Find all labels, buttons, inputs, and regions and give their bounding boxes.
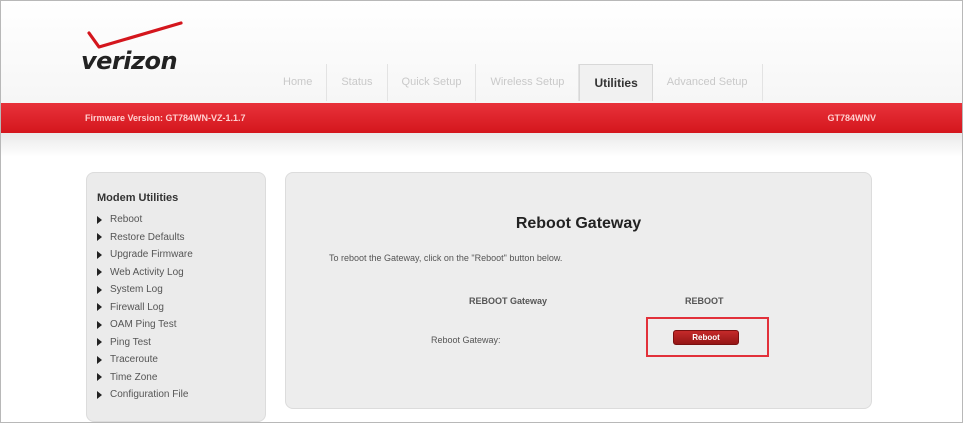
verizon-logo: verizon <box>81 21 191 81</box>
sidebar: Modem Utilities Reboot Restore Defaults … <box>86 172 266 422</box>
status-bar: Firmware Version: GT784WN-VZ-1.1.7 GT784… <box>1 103 962 133</box>
firmware-version: Firmware Version: GT784WN-VZ-1.1.7 <box>85 113 246 123</box>
sidebar-item-label: Traceroute <box>110 354 158 366</box>
reboot-button[interactable]: Reboot <box>673 330 739 345</box>
sidebar-item-web-activity-log[interactable]: Web Activity Log <box>97 264 193 282</box>
main-nav-tabs: Home Status Quick Setup Wireless Setup U… <box>269 64 763 101</box>
column-header-reboot: REBOOT <box>685 296 724 306</box>
triangle-right-icon <box>97 250 102 259</box>
column-header-reboot-gateway: REBOOT Gateway <box>469 296 548 306</box>
sidebar-item-label: Firewall Log <box>110 301 164 313</box>
triangle-right-icon <box>97 320 102 329</box>
triangle-right-icon <box>97 355 102 364</box>
sidebar-item-label: Upgrade Firmware <box>110 249 193 261</box>
page-description: To reboot the Gateway, click on the "Reb… <box>329 253 563 263</box>
triangle-right-icon <box>97 373 102 382</box>
sidebar-item-restore-defaults[interactable]: Restore Defaults <box>97 229 193 247</box>
logo-text: verizon <box>81 47 178 75</box>
sidebar-item-label: Reboot <box>110 214 143 226</box>
reboot-gateway-label: Reboot Gateway: <box>431 335 501 345</box>
sidebar-item-system-log[interactable]: System Log <box>97 281 193 299</box>
sidebar-item-label: Time Zone <box>110 371 158 383</box>
header-shadow-band <box>1 133 962 157</box>
sidebar-item-label: OAM Ping Test <box>110 319 177 331</box>
page-title: Reboot Gateway <box>515 215 642 232</box>
triangle-right-icon <box>97 233 102 242</box>
sidebar-item-ping-test[interactable]: Ping Test <box>97 334 193 352</box>
sidebar-item-upgrade-firmware[interactable]: Upgrade Firmware <box>97 246 193 264</box>
tab-home[interactable]: Home <box>269 64 328 101</box>
sidebar-item-traceroute[interactable]: Traceroute <box>97 351 193 369</box>
sidebar-item-configuration-file[interactable]: Configuration File <box>97 386 193 404</box>
triangle-right-icon <box>97 268 102 277</box>
tab-wireless-setup[interactable]: Wireless Setup <box>476 64 580 101</box>
triangle-right-icon <box>97 285 102 294</box>
sidebar-item-label: Restore Defaults <box>110 231 185 243</box>
triangle-right-icon <box>97 303 102 312</box>
sidebar-item-reboot[interactable]: Reboot <box>97 211 193 229</box>
sidebar-item-label: Web Activity Log <box>110 266 184 278</box>
router-admin-page: verizon Home Status Quick Setup Wireless… <box>0 0 963 423</box>
header: verizon Home Status Quick Setup Wireless… <box>1 1 962 103</box>
tab-quick-setup[interactable]: Quick Setup <box>388 64 477 101</box>
tab-status[interactable]: Status <box>327 64 388 101</box>
tab-advanced-setup[interactable]: Advanced Setup <box>653 64 763 101</box>
sidebar-item-time-zone[interactable]: Time Zone <box>97 369 193 387</box>
sidebar-menu: Reboot Restore Defaults Upgrade Firmware… <box>97 211 193 404</box>
sidebar-title: Modem Utilities <box>97 192 179 204</box>
sidebar-item-label: Ping Test <box>110 336 151 348</box>
reboot-panel: Reboot Gateway To reboot the Gateway, cl… <box>285 172 872 409</box>
device-model: GT784WNV <box>827 113 876 123</box>
triangle-right-icon <box>97 338 102 347</box>
triangle-right-icon <box>97 390 102 399</box>
sidebar-item-firewall-log[interactable]: Firewall Log <box>97 299 193 317</box>
tab-utilities[interactable]: Utilities <box>579 64 653 101</box>
sidebar-item-oam-ping-test[interactable]: OAM Ping Test <box>97 316 193 334</box>
sidebar-item-label: System Log <box>110 284 163 296</box>
triangle-right-icon <box>97 215 102 224</box>
sidebar-item-label: Configuration File <box>110 389 189 401</box>
